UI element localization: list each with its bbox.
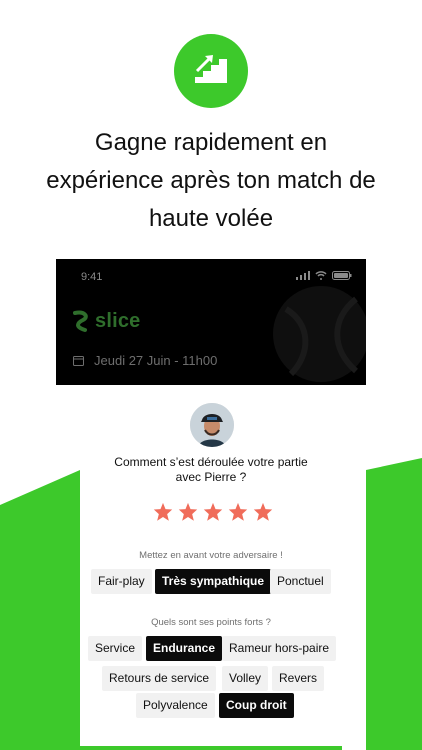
star-icon[interactable]	[178, 502, 198, 522]
chip-tres-sympathique[interactable]: Très sympathique	[155, 569, 272, 594]
slice-logo: slice	[71, 309, 140, 333]
calendar-icon	[73, 356, 84, 366]
chip-retours-de-service[interactable]: Retours de service	[102, 666, 217, 691]
phone-preview: 9:41 slice Jeudi 27 Juin - 11h00	[56, 259, 366, 385]
tennis-ball-watermark	[273, 286, 366, 382]
highlight-label: Mettez en avant votre adversaire !	[139, 550, 283, 561]
avatar	[190, 403, 234, 447]
chip-rameur-hors-paire[interactable]: Rameur hors-paire	[222, 636, 337, 661]
status-icons	[296, 271, 352, 280]
chip-polyvalence[interactable]: Polyvalence	[136, 693, 215, 718]
star-icon[interactable]	[228, 502, 248, 522]
chip-revers[interactable]: Revers	[272, 666, 325, 691]
strengths-label: Quels sont ses points forts ?	[151, 617, 271, 628]
match-date: Jeudi 27 Juin - 11h00	[94, 353, 218, 368]
progress-badge	[174, 34, 248, 108]
page-headline: Gagne rapidement en expérience après ton…	[46, 129, 376, 232]
star-rating[interactable]	[153, 502, 273, 522]
chip-volley[interactable]: Volley	[222, 666, 269, 691]
chip-service[interactable]: Service	[88, 636, 143, 661]
star-icon[interactable]	[153, 502, 173, 522]
stairs-up-icon	[195, 55, 227, 83]
chip-fair-play[interactable]: Fair-play	[91, 569, 152, 594]
rating-question: Comment s’est déroulée votre partie avec…	[114, 455, 308, 484]
star-icon[interactable]	[253, 502, 273, 522]
star-icon[interactable]	[203, 502, 223, 522]
status-time: 9:41	[81, 271, 103, 283]
chip-coup-droit[interactable]: Coup droit	[219, 693, 294, 718]
signal-icon	[296, 271, 310, 280]
battery-icon	[332, 271, 352, 280]
wifi-icon	[315, 271, 327, 280]
match-date-row: Jeudi 27 Juin - 11h00	[73, 353, 217, 368]
chip-endurance[interactable]: Endurance	[146, 636, 223, 661]
avatar-photo	[190, 403, 234, 447]
chip-ponctuel[interactable]: Ponctuel	[270, 569, 331, 594]
slice-leaf-icon	[73, 310, 88, 332]
submit-button-edge[interactable]	[80, 746, 342, 750]
